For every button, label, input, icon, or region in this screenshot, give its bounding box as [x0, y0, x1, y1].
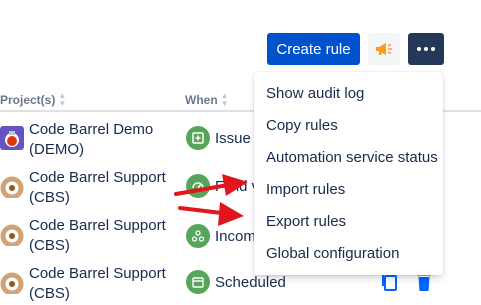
menu-item-automation-service-status[interactable]: Automation service status	[254, 141, 443, 173]
annotation-arrows	[174, 174, 248, 226]
cbs-avatar-icon	[0, 272, 24, 294]
project-name[interactable]: Code Barrel Demo (DEMO)	[29, 120, 179, 160]
header-projects[interactable]: Project(s) ▲ ▼	[0, 92, 66, 108]
cbs-avatar-icon	[0, 224, 24, 246]
sort-icon: ▲ ▼	[220, 91, 229, 108]
menu-item-show-audit-log[interactable]: Show audit log	[254, 77, 443, 109]
toolbar: Create rule	[267, 33, 444, 65]
arrow-import-icon	[174, 174, 248, 196]
trigger-label: Incom	[215, 228, 256, 245]
menu-item-export-rules[interactable]: Export rules	[254, 205, 443, 237]
sort-icon: ▲ ▼	[58, 91, 67, 108]
header-when[interactable]: When ▲ ▼	[185, 92, 229, 108]
megaphone-icon	[376, 43, 392, 55]
menu-item-global-configuration[interactable]: Global configuration	[254, 237, 443, 269]
project-name[interactable]: Code Barrel Support (CBS)	[29, 168, 179, 208]
create-rule-button[interactable]: Create rule	[267, 33, 360, 65]
demo-avatar-icon	[0, 126, 24, 150]
menu-item-import-rules[interactable]: Import rules	[254, 173, 443, 205]
project-name[interactable]: Code Barrel Support (CBS)	[29, 264, 179, 304]
feedback-button[interactable]	[368, 33, 400, 65]
project-name[interactable]: Code Barrel Support (CBS)	[29, 216, 179, 256]
cbs-avatar-icon	[0, 176, 24, 198]
trigger-label: Scheduled	[215, 274, 286, 291]
issue-created-icon	[186, 126, 210, 150]
more-actions-button[interactable]	[408, 33, 444, 65]
scheduled-icon	[186, 270, 210, 294]
arrow-export-icon	[178, 202, 244, 226]
more-actions-menu: Show audit log Copy rules Automation ser…	[254, 72, 443, 275]
menu-item-copy-rules[interactable]: Copy rules	[254, 109, 443, 141]
more-icon	[417, 47, 421, 51]
